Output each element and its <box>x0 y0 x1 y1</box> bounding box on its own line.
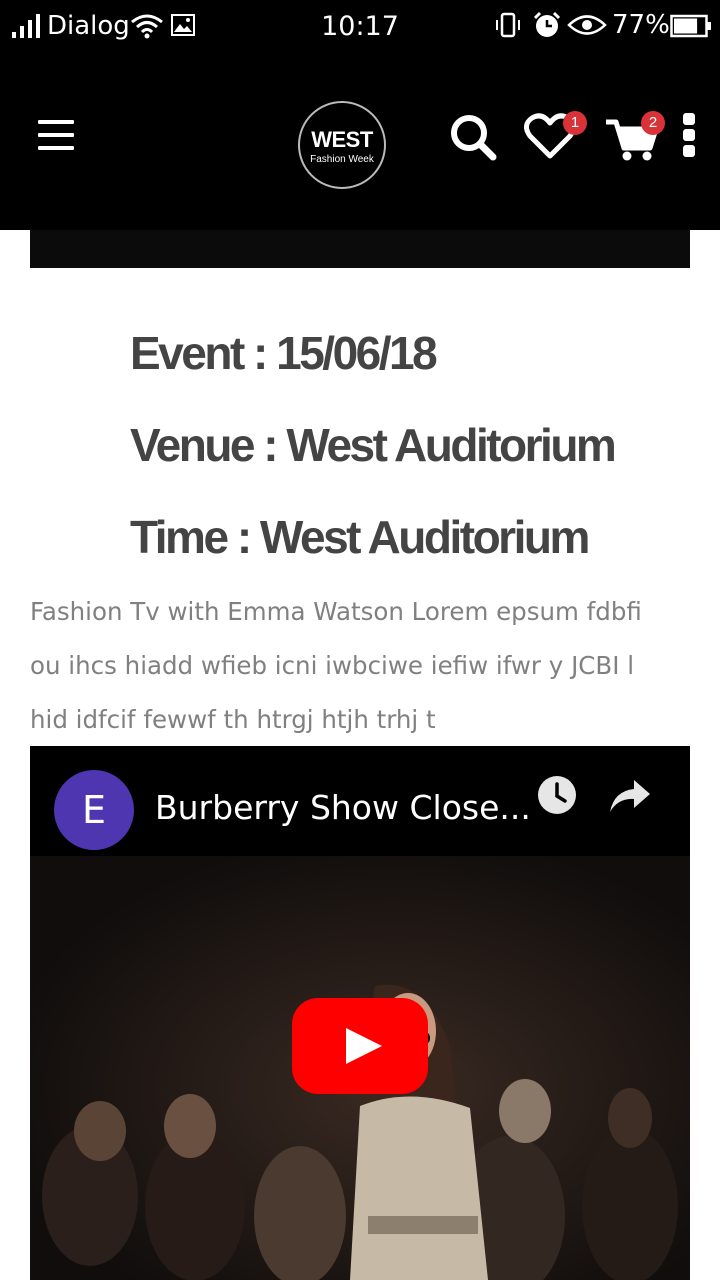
more-icon[interactable] <box>683 113 697 157</box>
play-icon[interactable] <box>292 998 428 1094</box>
cart-button[interactable]: 2 <box>604 111 665 164</box>
wishlist-button[interactable]: 1 <box>524 111 587 162</box>
cart-count-badge: 2 <box>641 111 665 135</box>
eye-icon <box>567 15 607 35</box>
description-line: Fashion Tv with Emma Watson Lorem epsum … <box>30 597 642 626</box>
description-line: hid idfcif fewwf th htrgj htjh trhj t <box>30 705 436 734</box>
video-title[interactable]: Burberry Show Close... <box>155 788 531 827</box>
logo-subtitle: Fashion Week <box>310 154 374 165</box>
event-info: Event : 15/06/18 Venue : West Auditorium… <box>130 320 710 596</box>
share-icon[interactable] <box>608 776 652 816</box>
channel-avatar[interactable]: E <box>54 770 134 850</box>
brand-logo[interactable]: WEST Fashion Week <box>298 101 386 189</box>
battery-percent: 77% <box>612 10 670 40</box>
vibrate-icon <box>496 12 520 38</box>
video-header: E Burberry Show Close... <box>30 746 690 856</box>
event-time: Time : West Auditorium <box>130 511 590 563</box>
logo-title: WEST <box>311 127 373 152</box>
description-line: ou ihcs hiadd wfieb icni iwbciwe iefiw i… <box>30 651 635 680</box>
event-date: Event : 15/06/18 <box>130 327 438 379</box>
battery-icon <box>670 14 711 38</box>
event-description: Fashion Tv with Emma Watson Lorem epsum … <box>30 585 690 747</box>
wishlist-count-badge: 1 <box>563 111 587 135</box>
banner-image-bottom <box>30 230 690 268</box>
alarm-icon <box>533 11 561 37</box>
menu-icon[interactable] <box>38 120 76 154</box>
search-icon[interactable] <box>448 112 498 164</box>
video-player[interactable]: E Burberry Show Close... <box>30 746 690 1280</box>
watch-later-icon[interactable] <box>536 774 578 816</box>
event-venue: Venue : West Auditorium <box>130 419 617 471</box>
app-header: WEST Fashion Week 1 2 <box>0 52 720 230</box>
status-bar: Dialog 10:17 77% <box>0 0 720 52</box>
